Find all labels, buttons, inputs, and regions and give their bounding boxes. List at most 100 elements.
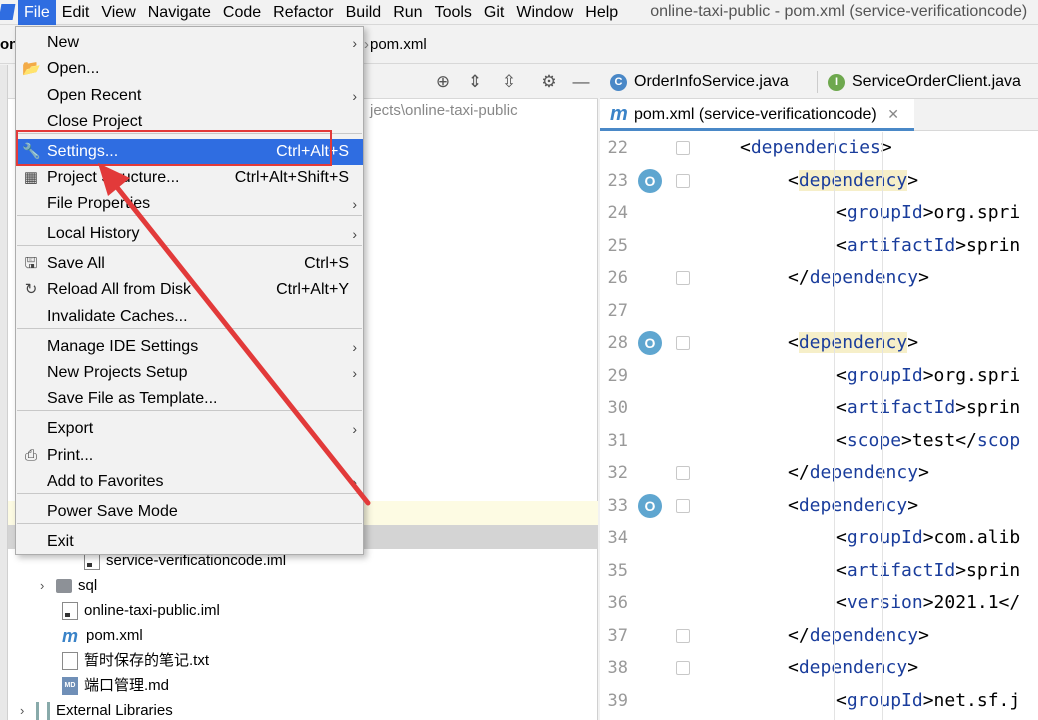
fold-marker-icon[interactable] [676, 141, 690, 155]
code-line: </dependency> [788, 262, 929, 295]
code-text: >org.spri [922, 202, 1021, 223]
menu-item-label: Power Save Mode [47, 503, 178, 520]
menu-help[interactable]: Help [579, 0, 624, 25]
menu-item-shortcut: Ctrl+Alt+Y [276, 281, 349, 298]
line-number: 22 [607, 138, 628, 158]
code-text: > [907, 657, 919, 678]
menu-item-open[interactable]: 📂 Open... [16, 56, 363, 82]
tab-orderinfoservice[interactable]: C OrderInfoService.java [600, 65, 818, 99]
code-text: >sprin [955, 234, 1021, 256]
code-line: <groupId>org.spri [836, 197, 1020, 230]
code-text: < [788, 169, 799, 191]
menu-item-project-structure[interactable]: ▦ Project Structure... Ctrl+Alt+Shift+S [16, 165, 363, 191]
fold-marker-icon[interactable] [676, 498, 690, 513]
chevron-right-icon: › [352, 339, 357, 355]
xml-tag: groupId [846, 364, 923, 386]
menu-item-export[interactable]: Export › [16, 416, 363, 442]
chevron-right-icon[interactable]: › [40, 574, 56, 598]
menu-item-invalidate-caches[interactable]: Invalidate Caches... [16, 304, 363, 330]
menu-edit[interactable]: Edit [56, 0, 96, 25]
maven-dependency-icon[interactable]: O [638, 168, 662, 193]
menu-item-save-file-as-template[interactable]: Save File as Template... [16, 386, 363, 412]
menubar: File Edit View Navigate Code Refactor Build Run… [0, 0, 1038, 25]
chevron-right-icon[interactable]: › [20, 699, 36, 720]
code-text: > [907, 169, 919, 191]
code-text: >test</ [901, 429, 977, 451]
code-line: <version>2021.1</ [836, 587, 1020, 620]
line-number: 26 [607, 268, 628, 288]
menu-refactor[interactable]: Refactor [267, 0, 339, 25]
expand-all-icon[interactable]: ⇕ [464, 71, 486, 93]
code-text: < [788, 332, 799, 353]
indent-guide [882, 132, 883, 720]
tree-item[interactable]: m pom.xml [62, 624, 143, 648]
menu-item-exit[interactable]: Exit [16, 529, 363, 555]
locate-icon[interactable]: ⊕ [432, 71, 454, 93]
menu-item-label: Export [47, 420, 94, 437]
menu-build[interactable]: Build [340, 0, 388, 25]
fold-marker-icon[interactable] [676, 336, 690, 350]
interface-icon: C [610, 74, 627, 91]
tool-window-strip [0, 65, 8, 720]
code-text: >com.alib [922, 527, 1021, 548]
menu-run[interactable]: Run [387, 0, 428, 25]
menu-item-manage-ide-settings[interactable]: Manage IDE Settings › [16, 334, 363, 360]
menu-code[interactable]: Code [217, 0, 267, 25]
fold-marker-icon[interactable] [676, 173, 690, 188]
menu-item-reload-all-from-disk[interactable]: ↻ Reload All from Disk Ctrl+Alt+Y [16, 277, 363, 303]
chevron-right-icon: › [352, 196, 357, 212]
fold-marker-icon[interactable] [676, 661, 690, 675]
menu-git[interactable]: Git [478, 0, 510, 25]
line-number: 39 [607, 690, 628, 711]
code-text: >sprin [955, 559, 1021, 581]
text-file-icon [62, 652, 78, 670]
xml-tag: dependency [798, 494, 908, 516]
code-line: <groupId>net.sf.j [836, 685, 1020, 718]
fold-marker-icon[interactable] [676, 628, 690, 643]
tab-serviceorderclient[interactable]: I ServiceOrderClient.java [818, 65, 1038, 99]
code-line: <dependency> [788, 490, 918, 523]
gear-icon[interactable]: ⚙ [538, 71, 560, 93]
line-number: 27 [607, 300, 628, 321]
fold-marker-icon[interactable] [676, 466, 690, 480]
hide-icon[interactable]: — [570, 71, 592, 93]
menu-item-new[interactable]: New › [16, 30, 363, 56]
collapse-all-icon[interactable]: ⇳ [498, 71, 520, 93]
menu-item-file-properties[interactable]: File Properties › [16, 191, 363, 217]
tree-item[interactable]: 暂时保存的笔记.txt [62, 649, 209, 673]
line-number: 34 [607, 528, 628, 548]
menu-item-power-save-mode[interactable]: Power Save Mode [16, 499, 363, 525]
code-text: < [788, 494, 799, 516]
menu-view[interactable]: View [95, 0, 141, 25]
menu-item-add-to-favorites[interactable]: Add to Favorites › [16, 469, 363, 495]
menu-navigate[interactable]: Navigate [142, 0, 217, 25]
code-view[interactable]: <dependencies> <dependency> <groupId>org.s… [696, 132, 1038, 720]
menu-item-open-recent[interactable]: Open Recent › [16, 83, 363, 109]
close-icon[interactable]: ✕ [887, 106, 899, 122]
code-text: < [740, 137, 751, 158]
menu-tools[interactable]: Tools [429, 0, 478, 25]
code-text: >sprin [955, 397, 1021, 418]
xml-tag: groupId [846, 202, 923, 223]
code-line: <dependency> [788, 327, 918, 360]
breadcrumb-file[interactable]: pom.xml [370, 36, 427, 53]
line-number: 32 [607, 463, 628, 483]
tab-pom-xml[interactable]: m pom.xml (service-verificationcode) ✕ [600, 99, 914, 131]
menu-file[interactable]: File [18, 0, 56, 25]
tree-item[interactable]: online-taxi-public.iml [62, 599, 220, 623]
menu-item-save-all[interactable]: 🖫 Save All Ctrl+S [16, 251, 363, 277]
maven-dependency-icon[interactable]: O [638, 493, 662, 518]
code-text: < [836, 364, 847, 386]
tree-item[interactable]: MD 端口管理.md [62, 674, 169, 698]
menu-item-local-history[interactable]: Local History › [16, 221, 363, 247]
fold-marker-icon[interactable] [676, 271, 690, 285]
menu-item-new-projects-setup[interactable]: New Projects Setup › [16, 360, 363, 386]
line-number: 33 [607, 495, 628, 516]
menu-item-print[interactable]: ⎙ Print... [16, 443, 363, 469]
maven-dependency-icon[interactable]: O [638, 331, 662, 355]
code-line: <scope>test</scop [836, 425, 1020, 458]
tree-item[interactable]: › External Libraries [20, 699, 173, 720]
tree-item[interactable]: › sql [40, 574, 97, 598]
line-number: 24 [607, 203, 628, 223]
menu-window[interactable]: Window [510, 0, 579, 25]
